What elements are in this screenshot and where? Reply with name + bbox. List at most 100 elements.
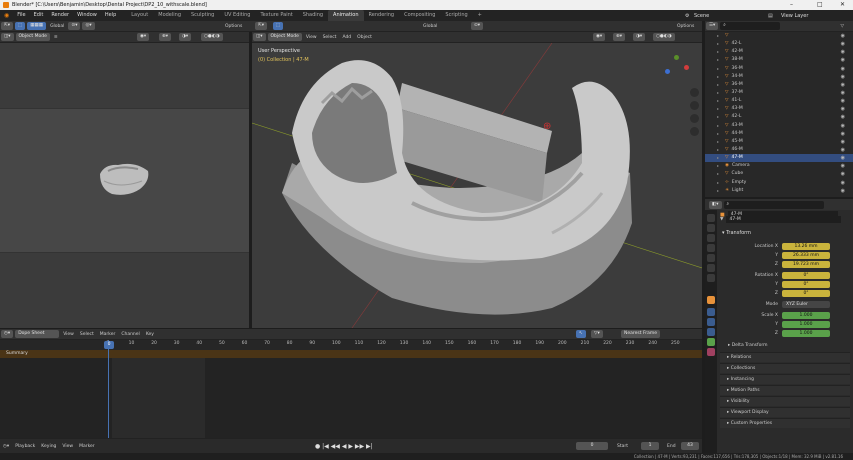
outliner-search-input[interactable]: ⌕ <box>720 22 781 30</box>
location-y-field[interactable]: 26.333 mm <box>782 252 830 259</box>
left-gizmo-icon[interactable]: ⊕▾ <box>159 33 172 41</box>
outliner-row[interactable]: ▸ ▽ ◉ <box>705 32 853 40</box>
timeline-menu-marker[interactable]: Marker <box>76 441 98 452</box>
dope-menu-marker[interactable]: Marker <box>97 329 119 340</box>
visibility-panel[interactable]: ▸ Visibility <box>720 396 850 406</box>
outliner-row[interactable]: ▸ ▽ 36-M ◉ <box>705 81 853 89</box>
outliner-row[interactable]: ▸ ▽ 42-M ◉ <box>705 48 853 56</box>
transform-panel-header[interactable]: ▾ Transform <box>722 230 751 236</box>
main-viewport[interactable]: User Perspective (0) Collection | 47-M ⊕ <box>252 43 702 328</box>
gizmo-x-axis-icon[interactable] <box>684 65 689 70</box>
outliner-row[interactable]: ▸ ☀ Light ◉ <box>705 187 853 195</box>
playback-controls[interactable]: ● |◀ ◀◀ ◀ ▶ ▶▶ ▶| <box>315 443 373 450</box>
expand-arrow-icon[interactable]: ▸ <box>717 89 719 97</box>
outliner-row[interactable]: ▸ ▽ 43-M ◉ <box>705 122 853 130</box>
material-tab-icon[interactable] <box>707 348 715 356</box>
outliner-row[interactable]: ▸ ⊹ Empty ◉ <box>705 179 853 187</box>
scene-selector[interactable]: Scene <box>694 13 709 19</box>
workspace-tab-texture-paint[interactable]: Texture Paint <box>255 10 297 21</box>
menu-keying[interactable]: Keying <box>38 441 59 452</box>
expand-arrow-icon[interactable]: ▸ <box>717 48 719 56</box>
visibility-eye-icon[interactable]: ◉ <box>841 73 845 81</box>
rotation-mode-dropdown[interactable]: XYZ Euler <box>782 301 830 308</box>
outliner-row[interactable]: ▸ ▽ 46-M ◉ <box>705 146 853 154</box>
menu-add[interactable]: Add <box>339 32 354 43</box>
visibility-eye-icon[interactable]: ◉ <box>841 48 845 56</box>
view-layer-icon[interactable]: ▤ <box>768 13 773 19</box>
expand-arrow-icon[interactable]: ▸ <box>717 32 719 40</box>
workspace-tab-uv-editing[interactable]: UV Editing <box>219 10 255 21</box>
outliner[interactable]: ▸ ▽ ◉ ▸ ▽ 42-L ◉ ▸ ▽ 42-M ◉ ▸ ▽ 38-M ◉ ▸ ▽ 36-M ◉ ▸ ▽ 34-M ◉ ▸ ▽… <box>705 32 853 197</box>
expand-arrow-icon[interactable]: ▸ <box>717 40 719 48</box>
outliner-row[interactable]: ▸ ▽ 43-M ◉ <box>705 105 853 113</box>
view-layer-tab-icon[interactable] <box>707 244 715 252</box>
menu-select[interactable]: Select <box>320 32 340 43</box>
blender-menu-icon[interactable]: ◉ <box>0 12 13 19</box>
constraints-tab-icon[interactable] <box>707 328 715 336</box>
3d-cursor-icon[interactable]: ⊕ <box>543 121 551 132</box>
modifier-tab-icon[interactable] <box>707 308 715 316</box>
dope-menu-view[interactable]: View <box>60 329 77 340</box>
camera-view-icon[interactable] <box>690 114 699 123</box>
summary-channel[interactable]: Summary <box>0 350 702 358</box>
expand-arrow-icon[interactable]: ▸ <box>717 170 719 178</box>
expand-arrow-icon[interactable]: ▸ <box>717 97 719 105</box>
dope-editor-type-icon[interactable]: ◷▾ <box>1 330 14 338</box>
zoom-view-icon[interactable] <box>690 88 699 97</box>
menu-render[interactable]: Render <box>47 10 73 21</box>
menu-help[interactable]: Help <box>101 10 120 21</box>
outliner-row[interactable]: ▸ ◉ Camera ◉ <box>705 162 853 170</box>
rotation-y-field[interactable]: 0° <box>782 281 830 288</box>
main-gizmo-icon[interactable]: ⊕▾ <box>613 33 626 41</box>
left-options-dropdown[interactable]: Options <box>222 21 245 32</box>
render-tab-icon[interactable] <box>707 224 715 232</box>
scene-tab-icon[interactable] <box>707 254 715 262</box>
outliner-row[interactable]: ▸ ▽ 45-M ◉ <box>705 138 853 146</box>
collections-panel[interactable]: ▸ Collections <box>720 363 850 373</box>
timeline-editor-icon[interactable]: ◷▾ <box>0 441 12 452</box>
left-visibility-icon[interactable]: ◉▾ <box>137 33 150 41</box>
menu-file[interactable]: File <box>13 10 29 21</box>
expand-arrow-icon[interactable]: ▸ <box>717 138 719 146</box>
location-z-field[interactable]: 19.723 mm <box>782 261 830 268</box>
gizmo-z-axis-icon[interactable] <box>665 69 670 74</box>
main-pivot-dropdown[interactable]: ⇱▾ <box>255 22 268 30</box>
location-x-field[interactable]: 13.26 mm <box>782 243 830 250</box>
scale-x-field[interactable]: 1.000 <box>782 312 830 319</box>
outliner-editor-icon[interactable]: ☰▾ <box>706 22 719 30</box>
visibility-eye-icon[interactable]: ◉ <box>841 56 845 64</box>
visibility-eye-icon[interactable]: ◉ <box>841 32 845 40</box>
left-shading-icons[interactable]: ○●◐◑ <box>201 33 223 41</box>
current-frame-field[interactable]: 0 <box>576 442 608 450</box>
start-frame-field[interactable]: 1 <box>641 442 659 450</box>
properties-search-input[interactable]: ⌕ <box>723 200 824 209</box>
workspace-tab-scripting[interactable]: Scripting <box>440 10 472 21</box>
visibility-eye-icon[interactable]: ◉ <box>841 179 845 187</box>
visibility-eye-icon[interactable]: ◉ <box>841 187 845 195</box>
viewport-display-panel[interactable]: ▸ Viewport Display <box>720 407 850 417</box>
visibility-eye-icon[interactable]: ◉ <box>841 81 845 89</box>
workspace-tab-animation[interactable]: Animation <box>328 10 364 21</box>
timeline-menu-view[interactable]: View <box>59 441 76 452</box>
outliner-row[interactable]: ▸ ▽ 47-M ◉ <box>705 154 853 163</box>
data-tab-icon[interactable] <box>707 338 715 346</box>
menu-edit[interactable]: Edit <box>30 10 48 21</box>
proportional-edit-icon[interactable]: ◎▾ <box>82 22 95 30</box>
menu-object[interactable]: Object <box>354 32 375 43</box>
end-frame-field[interactable]: 43 <box>681 442 699 450</box>
rotation-z-field[interactable]: 0° <box>782 290 830 297</box>
scale-y-field[interactable]: 1.000 <box>782 321 830 328</box>
outliner-row[interactable]: ▸ ▽ 38-M ◉ <box>705 56 853 64</box>
expand-arrow-icon[interactable]: ▸ <box>717 146 719 154</box>
menu-window[interactable]: Window <box>73 10 101 21</box>
view-layer-selector[interactable]: View Layer <box>781 13 808 19</box>
expand-arrow-icon[interactable]: ▸ <box>717 187 719 195</box>
visibility-eye-icon[interactable]: ◉ <box>841 154 845 162</box>
pan-view-icon[interactable] <box>690 101 699 110</box>
left-mode-dropdown[interactable]: Object Mode <box>15 33 50 41</box>
output-tab-icon[interactable] <box>707 234 715 242</box>
outliner-filter-icon[interactable]: ▽ <box>838 21 847 32</box>
workspace-tab-layout[interactable]: Layout <box>126 10 153 21</box>
expand-arrow-icon[interactable]: ▸ <box>717 154 719 162</box>
workspace-tab-compositing[interactable]: Compositing <box>399 10 440 21</box>
